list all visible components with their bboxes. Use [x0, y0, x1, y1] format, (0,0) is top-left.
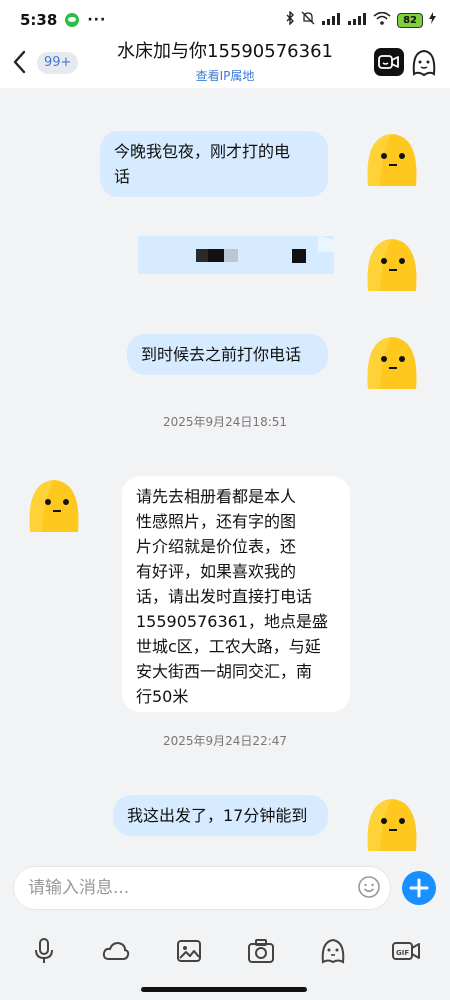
profile-icon: [412, 49, 436, 77]
message-input[interactable]: 请输入消息...: [13, 866, 391, 910]
message-timestamp: 2025年9月24日18:51: [162, 415, 288, 429]
cloud-icon: [103, 941, 130, 960]
wifi-icon: [373, 11, 391, 29]
message-line: 行50米: [136, 687, 189, 706]
emoji-icon[interactable]: [357, 875, 381, 899]
signal-icon-2: [347, 12, 367, 28]
microphone-icon: [35, 938, 54, 963]
message-line: 请先去相册看都是本人: [136, 487, 297, 506]
photo-button[interactable]: [174, 936, 204, 966]
message-line: 15590576361，地点是盛: [136, 612, 328, 631]
message-line: 有好评，如果喜欢我的: [136, 562, 297, 581]
image-icon: [176, 940, 201, 962]
message-line: 世城c区，工农大路，与延: [136, 637, 321, 656]
message-line: 今晚我包夜，刚才打的电: [114, 142, 291, 161]
incoming-message[interactable]: 请先去相册看都是本人 性感照片，还有字的图 片介绍就是价位表，还 有好评，如果喜…: [122, 476, 350, 712]
message-list[interactable]: 今晚我包夜，刚才打的电 话 到时候去之前打你电话 2025年9月24日18:51: [0, 88, 450, 863]
wechat-notification-icon: [65, 13, 80, 27]
chat-header: 99+ 水床加与你15590576361 查看IP属地: [0, 40, 450, 88]
mute-bell-icon: [301, 11, 315, 29]
outgoing-message[interactable]: 到时候去之前打你电话: [127, 334, 328, 375]
add-attachment-button[interactable]: [402, 871, 436, 905]
message-line: 到时候去之前打你电话: [141, 345, 302, 364]
voice-button[interactable]: [29, 936, 59, 966]
camera-icon: [248, 939, 275, 963]
bluetooth-icon: [285, 10, 295, 29]
message-line: 安大街西一胡同交汇，南: [136, 662, 313, 681]
outgoing-message[interactable]: 我这出发了，17分钟能到: [113, 795, 328, 836]
chevron-left-icon: [13, 50, 26, 74]
sticker-button[interactable]: [318, 936, 348, 966]
contact-avatar[interactable]: [24, 474, 84, 534]
message-composer: 请输入消息...: [0, 863, 450, 915]
outgoing-message[interactable]: 今晚我包夜，刚才打的电 话: [100, 131, 328, 197]
camera-button[interactable]: [246, 936, 276, 966]
message-line: 话，请出发时直接打电话: [136, 587, 313, 606]
my-avatar[interactable]: [362, 128, 422, 188]
battery-icon: 82: [397, 12, 423, 28]
status-bar: 5:38 ··· 82: [0, 0, 450, 40]
message-line: 性感照片，还有字的图: [136, 512, 297, 531]
view-ip-location-link[interactable]: 查看IP属地: [100, 67, 350, 84]
message-line: 我这出发了，17分钟能到: [127, 806, 308, 825]
status-time: 5:38: [20, 11, 58, 29]
gif-button[interactable]: GIF: [391, 936, 421, 966]
outgoing-redacted-message[interactable]: [138, 236, 334, 274]
home-indicator[interactable]: [141, 987, 307, 992]
gif-icon: GIF: [391, 942, 420, 960]
more-notifications-icon: ···: [87, 12, 107, 28]
signal-icon-1: [321, 12, 341, 28]
message-timestamp: 2025年9月24日22:47: [162, 734, 288, 748]
my-avatar[interactable]: [362, 233, 422, 293]
video-call-button[interactable]: [374, 48, 404, 76]
my-avatar[interactable]: [362, 331, 422, 391]
unread-count-badge[interactable]: 99+: [37, 52, 79, 74]
my-avatar[interactable]: [362, 793, 422, 853]
message-line: 话: [114, 167, 131, 186]
message-line: 片介绍就是价位表，还: [136, 537, 297, 556]
svg-text:GIF: GIF: [396, 949, 409, 957]
contact-profile-button[interactable]: [410, 48, 438, 78]
chat-title: 水床加与你15590576361: [117, 41, 333, 62]
back-button[interactable]: [12, 50, 32, 76]
cloud-button[interactable]: [101, 936, 131, 966]
plus-icon: [409, 878, 429, 898]
input-toolbar: GIF: [0, 928, 450, 974]
charging-icon: [429, 12, 436, 28]
sticker-face-icon: [322, 938, 345, 964]
video-camera-icon: [378, 55, 399, 69]
